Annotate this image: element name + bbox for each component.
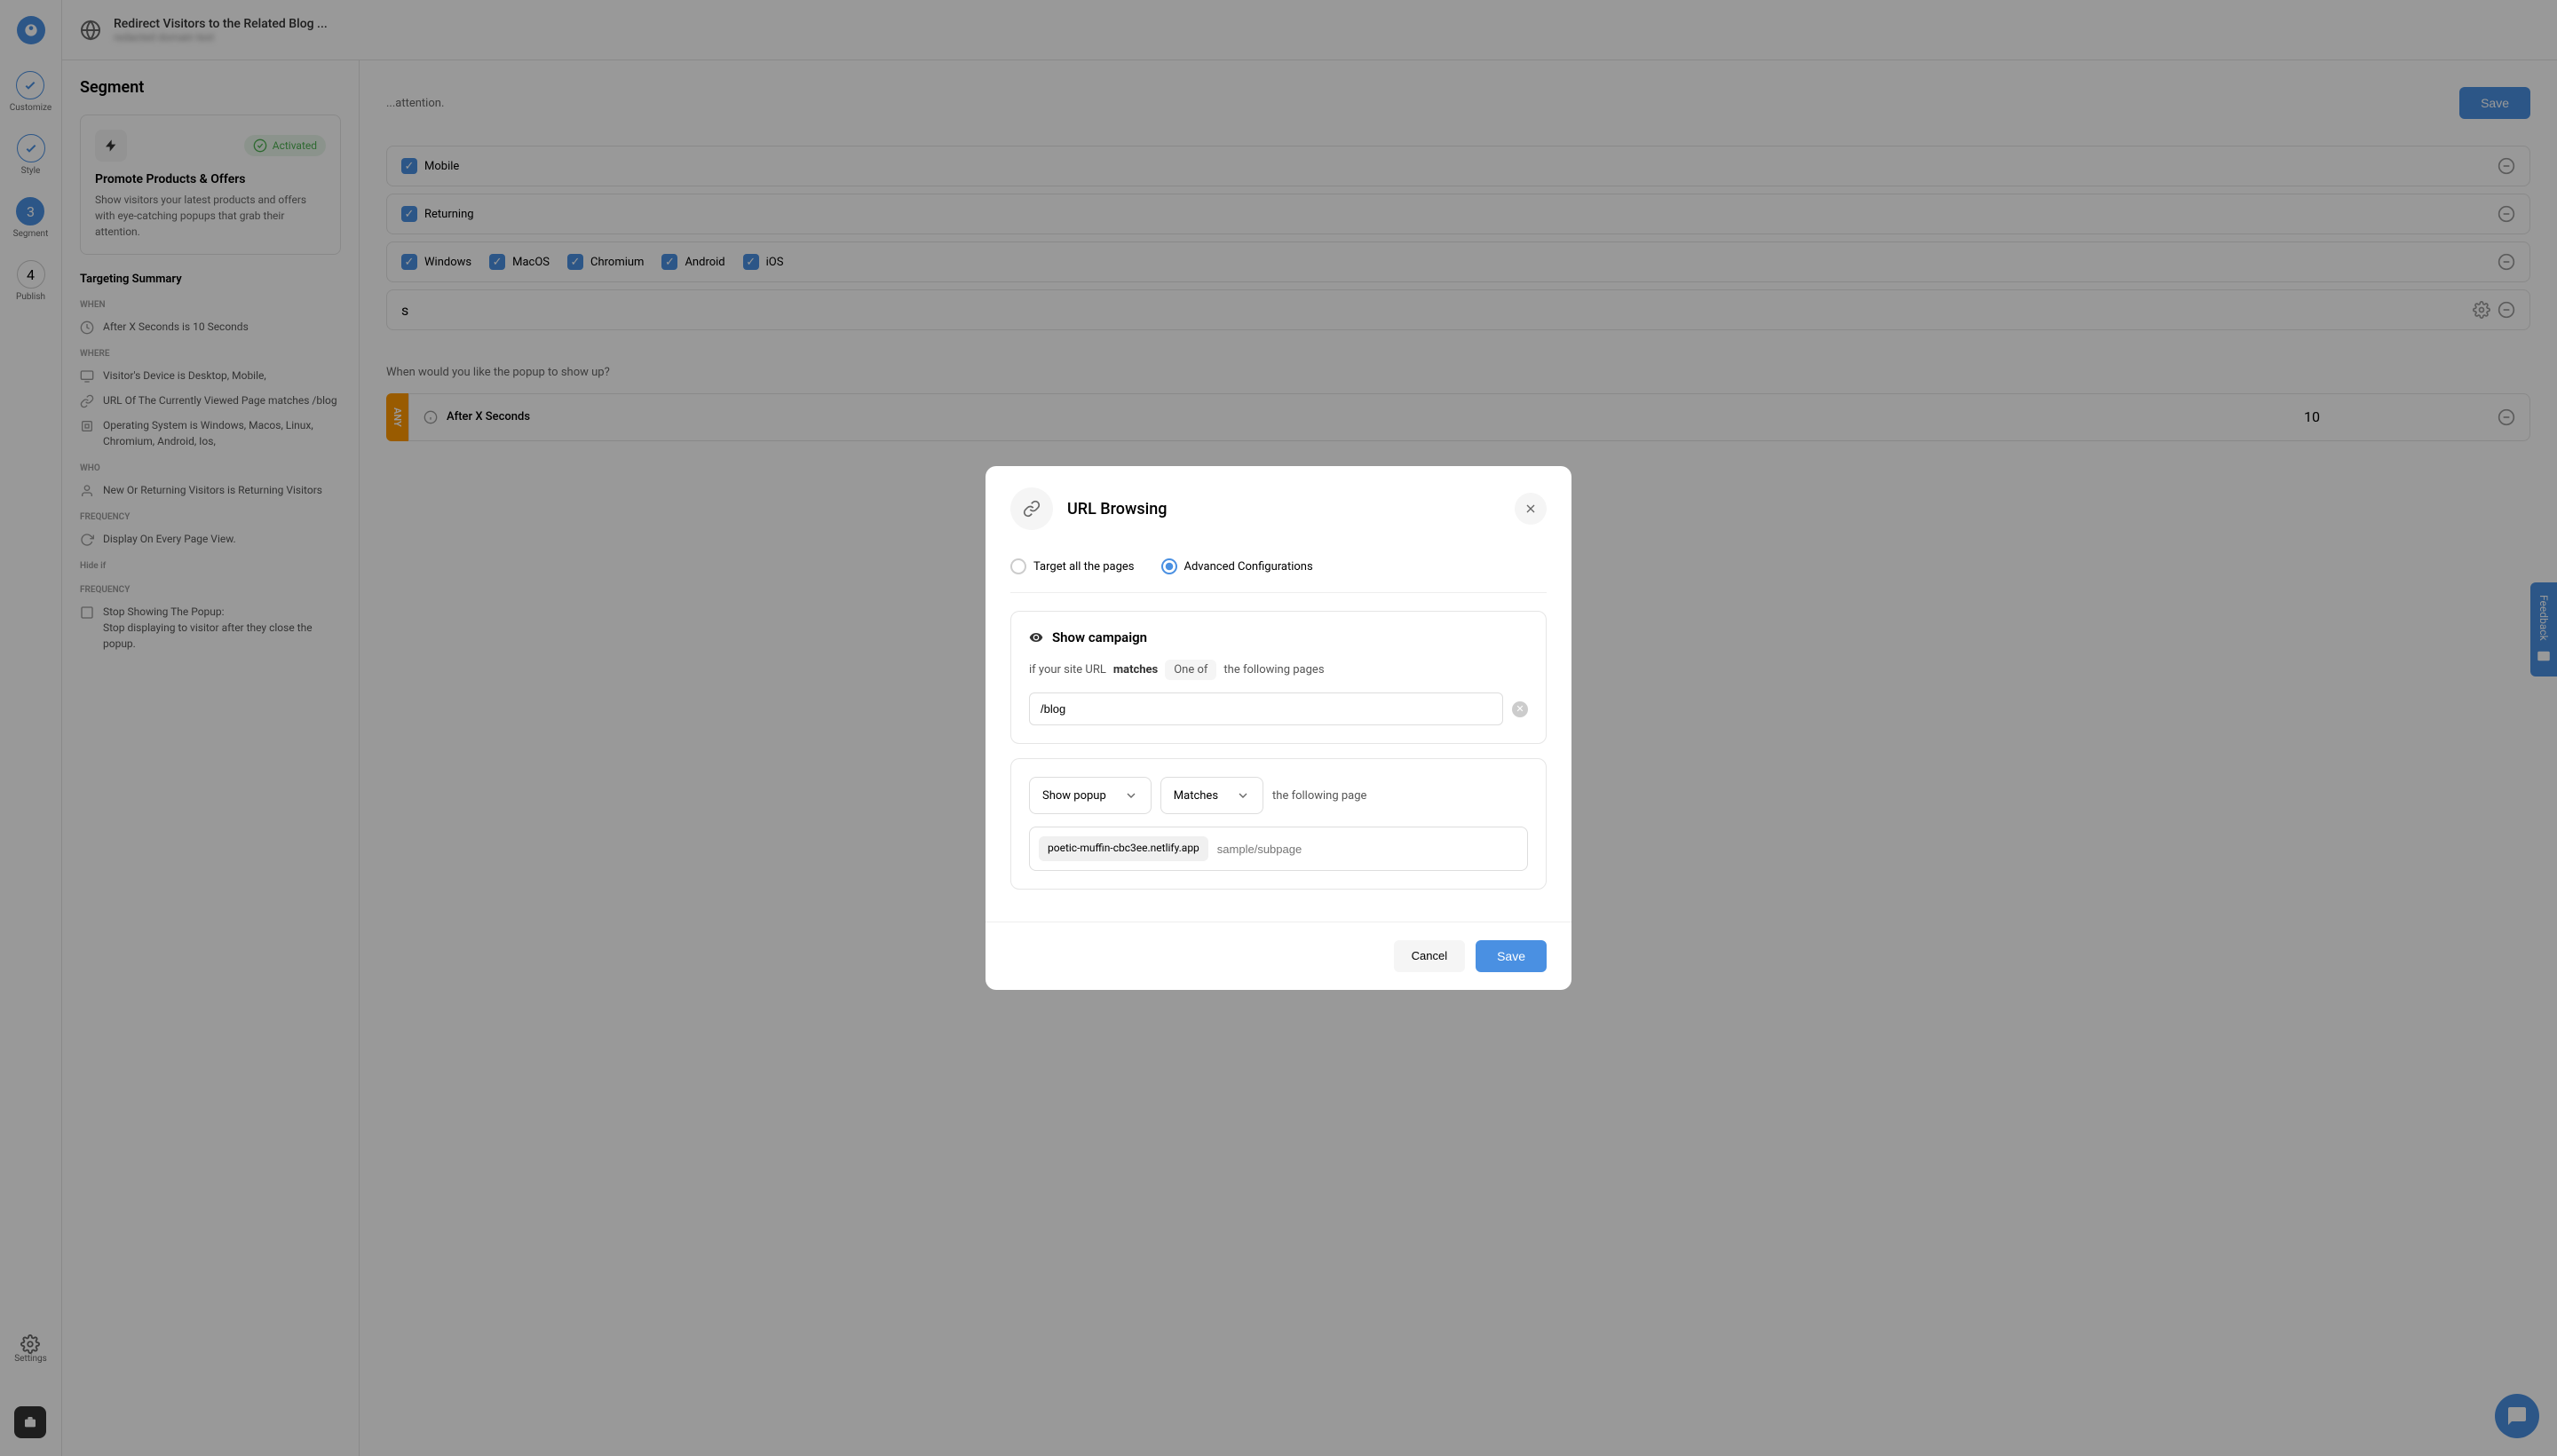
radio-advanced[interactable]: Advanced Configurations: [1161, 558, 1313, 574]
following-page-text: the following page: [1272, 789, 1366, 803]
link-icon: [1010, 487, 1053, 530]
matches-dropdown[interactable]: Matches: [1160, 777, 1263, 814]
cancel-button[interactable]: Cancel: [1394, 940, 1465, 972]
show-campaign-title: Show campaign: [1052, 629, 1147, 645]
show-popup-dropdown[interactable]: Show popup: [1029, 777, 1152, 814]
chevron-down-icon: [1124, 788, 1138, 803]
show-campaign-card: Show campaign if your site URL matches O…: [1010, 611, 1547, 744]
modal-save-button[interactable]: Save: [1476, 940, 1547, 972]
close-button[interactable]: [1515, 493, 1547, 525]
one-of-pill[interactable]: One of: [1165, 660, 1216, 680]
domain-chip: poetic-muffin-cbc3ee.netlify.app: [1039, 836, 1208, 861]
radio-target-all[interactable]: Target all the pages: [1010, 558, 1135, 574]
url-browsing-modal: URL Browsing Target all the pages Advanc…: [986, 466, 1571, 990]
domain-input-row[interactable]: poetic-muffin-cbc3ee.netlify.app: [1029, 827, 1528, 871]
show-popup-card: Show popup Matches the following page po…: [1010, 758, 1547, 890]
blog-url-input[interactable]: [1029, 692, 1503, 725]
modal-overlay: URL Browsing Target all the pages Advanc…: [0, 0, 2557, 1456]
chevron-down-icon: [1236, 788, 1250, 803]
eye-icon: [1029, 630, 1043, 645]
remove-url-button[interactable]: ✕: [1512, 701, 1528, 717]
modal-title: URL Browsing: [1067, 500, 1167, 518]
subpage-input[interactable]: [1217, 843, 1518, 856]
